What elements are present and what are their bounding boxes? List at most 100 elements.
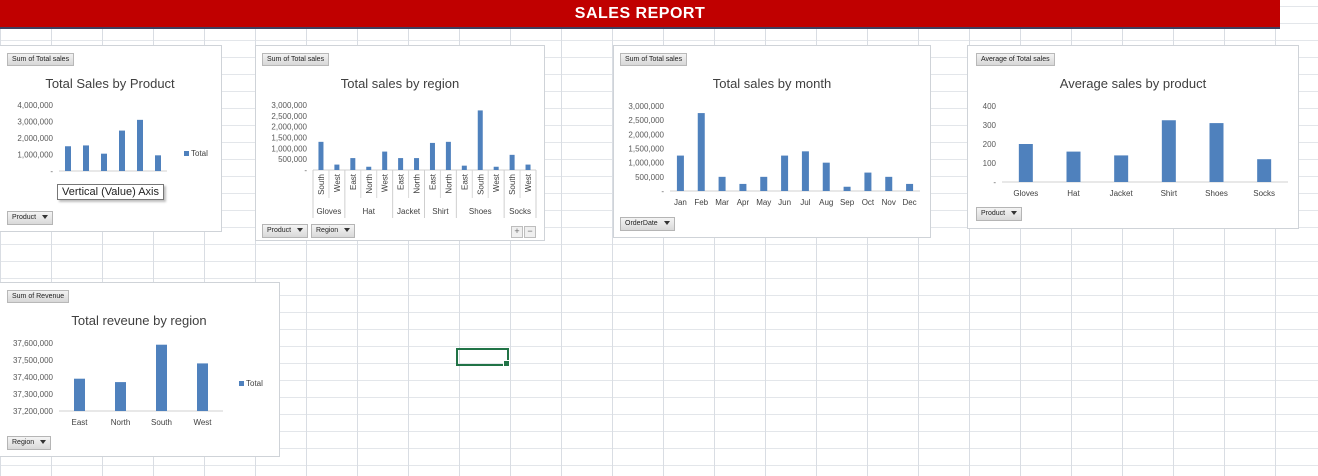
bar-gloves xyxy=(1018,144,1033,182)
bar-west xyxy=(197,363,208,411)
bar-jan xyxy=(676,155,684,191)
bar-hat xyxy=(83,145,89,171)
report-banner: SALES REPORT xyxy=(0,0,1280,29)
bar-shoes-south xyxy=(477,110,483,170)
region-tick-label: South xyxy=(476,174,485,195)
filter-label: Product xyxy=(12,214,37,221)
bar-jacket-east xyxy=(398,158,404,170)
region-tick-label: East xyxy=(460,173,469,190)
y-tick-label: 500,000 xyxy=(635,173,664,182)
bar-shoes xyxy=(137,119,143,171)
region-tick-label: West xyxy=(333,173,342,192)
product-filter-button[interactable]: Product xyxy=(262,224,309,238)
product-group-label: Shoes xyxy=(469,207,492,216)
bar-hat-north xyxy=(366,166,372,170)
bar-shoes-east xyxy=(461,165,467,170)
bar-gloves-south xyxy=(318,141,324,170)
product-filter-button[interactable]: Product xyxy=(976,207,1023,221)
selected-cell[interactable] xyxy=(456,348,510,367)
bar-aug xyxy=(822,162,830,191)
y-tick-label: - xyxy=(993,178,996,187)
chart-average-by-product[interactable]: Average of Total sales Average sales by … xyxy=(967,45,1299,229)
bar-hat xyxy=(1066,151,1081,182)
region-tick-label: West xyxy=(381,173,390,192)
chart-plot[interactable]: -500,0001,000,0001,500,0002,000,0002,500… xyxy=(256,46,546,242)
product-filter-button[interactable]: Product xyxy=(7,211,54,225)
region-filter-button[interactable]: Region xyxy=(311,224,356,238)
chart-sales-by-region[interactable]: Sum of Total sales Total sales by region… xyxy=(255,45,545,241)
bar-shirt xyxy=(1161,120,1176,182)
x-tick-label: Dec xyxy=(902,198,916,207)
x-tick-label: Gloves xyxy=(1013,189,1038,198)
chart-sales-by-product[interactable]: Sum of Total sales Total Sales by Produc… xyxy=(0,45,222,232)
region-tick-label: South xyxy=(317,174,326,195)
x-tick-label: Socks xyxy=(1253,189,1275,198)
bar-may xyxy=(760,176,768,191)
y-tick-label: 37,600,000 xyxy=(13,339,54,348)
bar-nov xyxy=(885,176,893,191)
region-tick-label: South xyxy=(508,174,517,195)
filter-label: Product xyxy=(981,210,1006,217)
bar-shirt-north xyxy=(445,141,451,170)
chart-plot[interactable]: - 1,000,000 2,000,000 3,000,000 4,000,000 Tot… xyxy=(0,46,223,233)
expand-button[interactable]: + xyxy=(511,226,523,238)
bar-oct xyxy=(864,172,872,191)
filter-label: Product xyxy=(267,227,292,234)
dropdown-arrow-icon xyxy=(40,440,47,445)
region-tick-label: North xyxy=(365,174,374,194)
y-tick-label: 300 xyxy=(983,121,997,130)
y-tick-label: - xyxy=(50,167,53,176)
y-tick-label: 400 xyxy=(983,102,997,111)
x-tick-label: West xyxy=(193,418,212,427)
bar-socks xyxy=(1257,159,1272,182)
bar-apr xyxy=(739,183,747,191)
x-tick-label: Jacket xyxy=(1110,189,1134,198)
chart-plot[interactable]: 37,200,000 37,300,000 37,400,000 37,500,000… xyxy=(0,283,281,458)
product-group-label: Shirt xyxy=(432,207,449,216)
bar-south xyxy=(156,344,167,411)
y-tick-label: 2,000,000 xyxy=(628,130,664,139)
fill-handle[interactable] xyxy=(503,360,510,367)
region-filter-button[interactable]: Region xyxy=(7,436,52,450)
bar-sep xyxy=(843,186,851,191)
y-tick-label: 1,500,000 xyxy=(628,145,664,154)
bar-jul xyxy=(801,151,809,191)
x-tick-label: South xyxy=(151,418,172,427)
dropdown-arrow-icon xyxy=(297,228,304,233)
legend-swatch xyxy=(239,381,244,386)
y-tick-label: 100 xyxy=(983,159,997,168)
y-tick-label: 2,000,000 xyxy=(271,123,307,132)
y-tick-label: 37,300,000 xyxy=(13,390,54,399)
bar-jacket xyxy=(101,153,107,171)
chart-plot[interactable]: -500,0001,000,0001,500,0002,000,0002,500… xyxy=(614,46,932,239)
chart-sales-by-month[interactable]: Sum of Total sales Total sales by month … xyxy=(613,45,931,238)
x-tick-label: Mar xyxy=(715,198,729,207)
x-tick-label: Sep xyxy=(840,198,855,207)
y-tick-label: 2,500,000 xyxy=(271,112,307,121)
product-group-label: Jacket xyxy=(397,207,421,216)
bar-feb xyxy=(697,113,705,191)
dropdown-arrow-icon xyxy=(1011,211,1018,216)
y-tick-label: 1,000,000 xyxy=(17,151,53,160)
y-tick-label: 37,200,000 xyxy=(13,407,54,416)
dropdown-arrow-icon xyxy=(344,228,351,233)
y-tick-label: 3,000,000 xyxy=(17,118,53,127)
legend-label: Total xyxy=(191,149,208,158)
y-tick-label: 2,000,000 xyxy=(17,134,53,143)
product-group-label: Gloves xyxy=(316,207,341,216)
filter-label: Region xyxy=(12,439,35,446)
region-tick-label: West xyxy=(492,173,501,192)
x-tick-label: Apr xyxy=(737,198,750,207)
chart-revenue-by-region[interactable]: Sum of Revenue Total reveune by region 3… xyxy=(0,282,280,457)
y-tick-label: - xyxy=(304,166,307,175)
y-tick-label: 3,000,000 xyxy=(271,101,307,110)
y-tick-label: 500,000 xyxy=(278,155,307,164)
product-group-label: Hat xyxy=(363,207,376,216)
chart-plot[interactable]: - 100 200 300 400 Gloves Hat Jacket Shirt Shoes So… xyxy=(968,46,1300,230)
bar-socks xyxy=(155,155,161,171)
dropdown-arrow-icon xyxy=(663,221,670,226)
orderdate-filter-button[interactable]: OrderDate xyxy=(620,217,675,231)
collapse-button[interactable]: − xyxy=(524,226,536,238)
bar-hat-east xyxy=(350,158,356,170)
y-tick-label: 37,400,000 xyxy=(13,373,54,382)
